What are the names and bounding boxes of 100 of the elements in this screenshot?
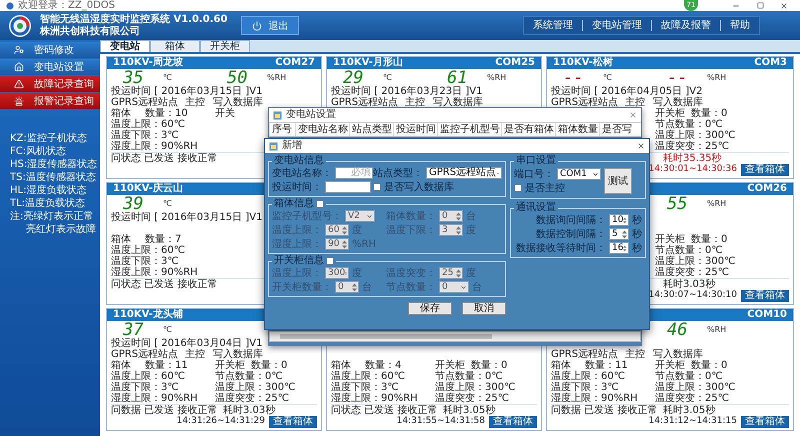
limit-text: 温度突变：25℃ (435, 393, 509, 404)
elapsed-time: 耗时3.05秒 (663, 404, 716, 416)
sidebar-item[interactable]: 变电站设置 (0, 59, 100, 75)
view-boxes-button[interactable]: 查看箱体 (269, 416, 317, 428)
commission-date: 投运时间 [ 2016年03月15日 ]V1 (111, 86, 262, 97)
view-boxes-button[interactable]: 查看箱体 (489, 416, 537, 428)
checkbox[interactable] (514, 184, 522, 192)
port-label: COM3 (754, 57, 787, 69)
commission-date: 投运时间 [ 2016年04月05日 ]V2 (551, 86, 702, 97)
view-boxes-button[interactable]: 查看箱体 (741, 290, 789, 302)
box-count: 数量：10 (145, 108, 188, 119)
port-label: COM26 (747, 183, 787, 195)
database-label: 写入数据库 (433, 97, 483, 108)
site-type-label: GPRS远程站点 (551, 349, 618, 360)
database-label: 写入数据库 (653, 97, 703, 108)
unit-label: ℃ (163, 199, 172, 209)
spin-field[interactable]: 10 (609, 214, 629, 226)
menu-item[interactable]: 故障及报警 (651, 20, 720, 31)
station-name: 110KV-庆云山 (113, 183, 183, 195)
spin-field[interactable]: 0 (335, 281, 359, 293)
legend-text: 注:亮绿灯表示正常 (10, 210, 94, 223)
siren-icon (14, 96, 24, 106)
unit-label: 秒 (632, 242, 642, 254)
sidebar-item[interactable]: 密码修改 (0, 42, 100, 58)
database-label: 写入数据库 (653, 349, 703, 360)
spin-arrows-icon (456, 212, 461, 220)
cancel-button[interactable]: 取消 (462, 302, 506, 315)
close-icon[interactable] (637, 142, 645, 150)
menu-item[interactable]: 变电站管理 (582, 20, 651, 31)
temperature-value: 35 (123, 70, 144, 86)
select-field[interactable]: V2 (345, 210, 375, 222)
input-field[interactable] (325, 181, 371, 193)
spin-field[interactable]: 16 (609, 242, 629, 254)
unit-label: 台 (362, 282, 372, 292)
field-label: 开关柜数量： (272, 282, 332, 292)
limit-text: 温度突变：25℃ (655, 393, 729, 404)
select-field[interactable]: 0 (439, 281, 469, 293)
unit-label: 度 (352, 268, 362, 278)
spin-arrows-icon (622, 230, 627, 238)
select-field[interactable]: COM1 (557, 168, 601, 180)
cabinet-count: 数量：0 (691, 234, 728, 245)
spin-field[interactable]: 3 (439, 224, 463, 236)
test-button[interactable]: 测试 (604, 168, 632, 194)
field-label: 变电站名称： (272, 168, 332, 178)
humidity-value: 55 (667, 196, 688, 212)
commission-date: 投运时间 [ 2016年03月23日 ]V1 (331, 86, 482, 97)
box-count: 数量：7 (145, 234, 182, 245)
caret-icon (366, 212, 373, 220)
humidity-value: 61 (447, 70, 468, 86)
tab[interactable]: 变电站 (100, 40, 150, 52)
elapsed-time: 耗时3.03秒 (223, 404, 276, 416)
spin-field[interactable]: 5 (609, 228, 629, 240)
group-title: 通讯设置 (516, 203, 556, 213)
unit-label: %RH (352, 238, 376, 250)
view-boxes-button[interactable]: 查看箱体 (741, 164, 789, 176)
spin-field[interactable]: 90 (325, 238, 349, 250)
checkbox[interactable] (326, 257, 334, 265)
box-label: 箱体 (111, 108, 131, 119)
limit-text: 节点数量：0℃ (435, 371, 503, 382)
column-header: 监控子机型号 (437, 123, 501, 136)
elapsed-time: 耗时3.03秒 (663, 278, 716, 290)
limit-text: 温度上限：60℃ (111, 245, 185, 256)
limit-text: 节点数量：0℃ (655, 119, 723, 130)
column-header: 是否有箱体 (501, 123, 555, 136)
menu-item[interactable]: 系统管理 (524, 20, 582, 31)
spin-arrows-icon (456, 226, 461, 234)
limit-text: 温度上限：300℃ (215, 382, 296, 393)
view-boxes-button[interactable]: 查看箱体 (741, 416, 789, 428)
legend-text: 亮红灯表示故障 (25, 223, 97, 236)
field-label: 温度上限： (272, 224, 322, 236)
site-type-label: GPRS远程站点 (111, 349, 178, 360)
menu-item[interactable]: 帮助 (720, 20, 759, 31)
tab[interactable]: 开关柜 (200, 40, 250, 52)
station-name: 110KV-月形山 (333, 57, 403, 69)
tab[interactable]: 箱体 (150, 40, 200, 52)
spin-field[interactable]: 300 (325, 267, 349, 279)
scrollbar[interactable] (269, 331, 641, 342)
select-field[interactable]: GPRS远程站点 (426, 167, 502, 179)
limit-text: 节点数量：0℃ (655, 245, 723, 256)
temperature-value: 29 (343, 70, 364, 86)
checkbox[interactable] (373, 183, 381, 191)
box-count: 数量：11 (145, 360, 188, 371)
control-label: 主控 (625, 97, 645, 108)
spin-field[interactable]: 25 (439, 267, 463, 279)
save-button[interactable]: 保存 (408, 302, 452, 315)
checkbox[interactable] (316, 200, 324, 208)
spin-field[interactable]: 60 (325, 224, 349, 236)
station-name: 110KV-松树 (553, 57, 613, 69)
legend-text: TL:温度负载状态 (10, 197, 86, 210)
unit-label: 秒 (632, 214, 642, 226)
port-label: COM27 (275, 57, 315, 69)
temperature-value: 37 (123, 322, 144, 338)
site-type-label: GPRS远程站点 (551, 97, 618, 108)
sidebar-item[interactable]: 报警记录查询 (0, 93, 100, 109)
spin-field[interactable]: 0 (439, 210, 463, 222)
limit-text: 温度上限：300℃ (655, 382, 736, 393)
cabinet-label: 开关柜 (215, 360, 245, 371)
exit-button[interactable]: 退出 (241, 16, 300, 35)
limit-text: 温度上限：60℃ (111, 371, 185, 382)
sidebar-item[interactable]: 故障记录查询 (0, 76, 100, 92)
